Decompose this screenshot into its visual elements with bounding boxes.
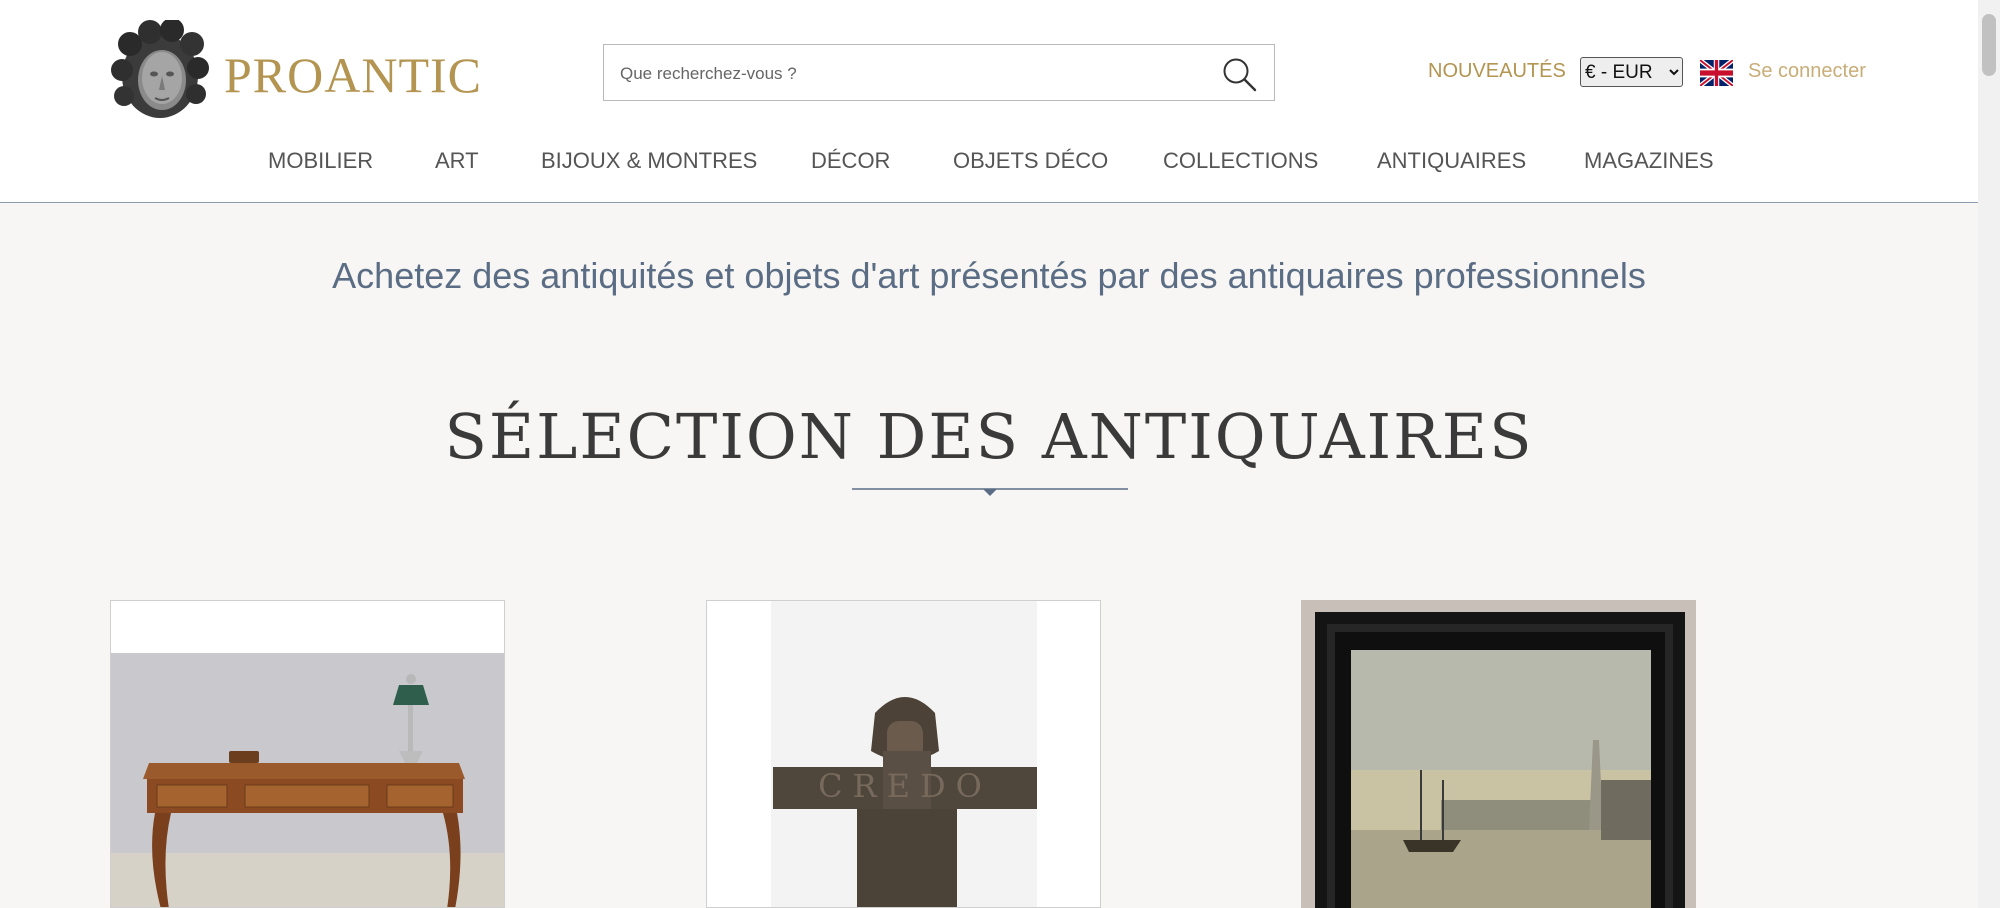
scrollbar-thumb[interactable]	[1982, 14, 1996, 76]
bronze-sculpture-image[interactable]: CREDO	[707, 601, 1101, 908]
nav-item-antiquaires[interactable]: ANTIQUAIRES	[1377, 148, 1526, 174]
nav-item-objets-deco[interactable]: OBJETS DÉCO	[953, 148, 1108, 174]
nav-item-collections[interactable]: COLLECTIONS	[1163, 148, 1318, 174]
section-title: SÉLECTION DES ANTIQUAIRES	[444, 400, 1534, 473]
page-tagline: Achetez des antiquités et objets d'art p…	[332, 255, 1646, 296]
login-link[interactable]: Se connecter	[1748, 60, 1866, 83]
nav-item-magazines[interactable]: MAGAZINES	[1584, 148, 1714, 174]
nav-item-decor[interactable]: DÉCOR	[811, 148, 890, 174]
section-divider	[852, 488, 1128, 496]
harbour-painting-image[interactable]	[1301, 600, 1696, 908]
site-header: PROANTIC NOUVEAUTÉS € - EUR Se connecter…	[0, 0, 1978, 203]
classical-head-logo-icon[interactable]	[110, 20, 210, 122]
nav-item-bijoux-montres[interactable]: BIJOUX & MONTRES	[541, 148, 757, 174]
search-icon[interactable]	[1220, 55, 1258, 93]
svg-text:CREDO: CREDO	[818, 767, 992, 805]
nav-item-mobilier[interactable]: MOBILIER	[268, 148, 373, 174]
search-bar	[603, 44, 1275, 102]
nav-item-art[interactable]: ART	[435, 148, 479, 174]
brand-name[interactable]: PROANTIC	[224, 46, 482, 104]
product-card[interactable]	[110, 600, 505, 908]
antique-desk-image[interactable]	[111, 601, 505, 908]
product-card[interactable]: CREDO	[706, 600, 1101, 908]
currency-select[interactable]: € - EUR	[1580, 57, 1683, 87]
search-input[interactable]	[618, 45, 1202, 102]
uk-flag-icon[interactable]	[1700, 60, 1733, 86]
main-nav: MOBILIER ART BIJOUX & MONTRES DÉCOR OBJE…	[0, 148, 1978, 180]
page-scrollbar[interactable]	[1978, 0, 2000, 908]
product-card[interactable]	[1301, 600, 1696, 908]
news-link[interactable]: NOUVEAUTÉS	[1428, 60, 1566, 83]
